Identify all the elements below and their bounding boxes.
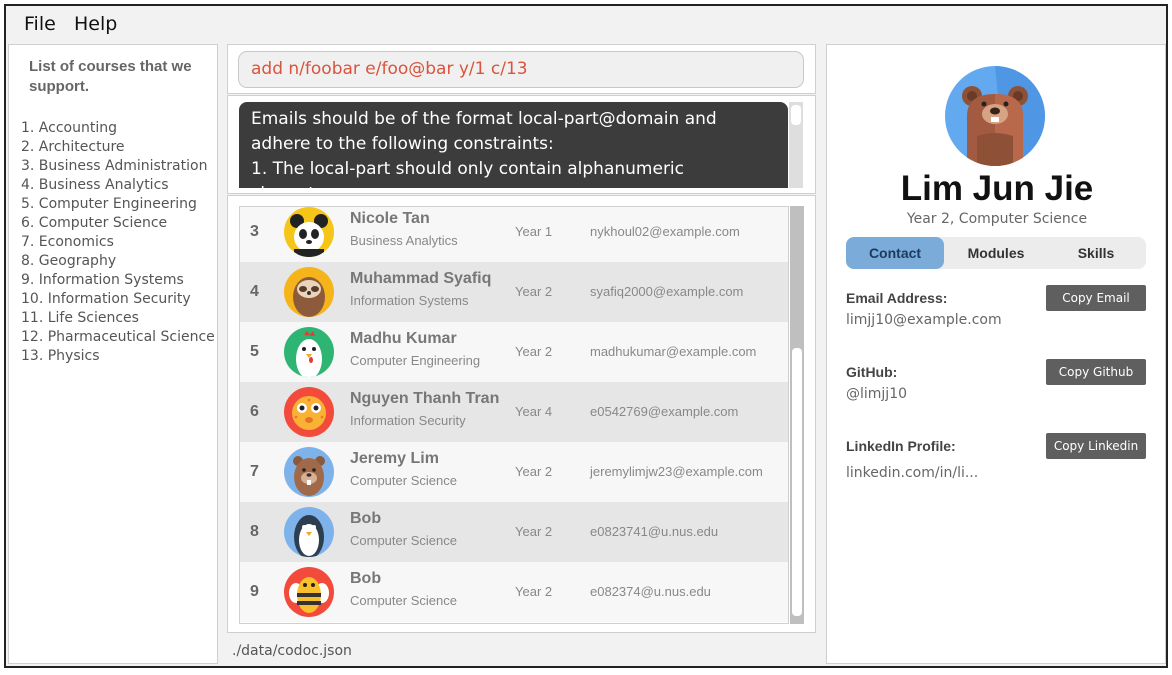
- course-item: 9. Information Systems: [21, 272, 184, 288]
- linkedin-label: LinkedIn Profile:: [846, 438, 956, 454]
- student-row[interactable]: 6 Nguyen Thanh Tran Information Security…: [240, 382, 788, 442]
- student-course: Information Security: [350, 413, 466, 428]
- bee-avatar-icon: [284, 567, 334, 617]
- row-index: 4: [250, 283, 259, 300]
- copy-email-button[interactable]: Copy Email: [1046, 285, 1146, 311]
- student-email: e0823741@u.nus.edu: [590, 524, 719, 539]
- email-value: limjj10@example.com: [846, 312, 1002, 328]
- app-window: File Help List of courses that we suppor…: [4, 4, 1168, 668]
- course-item: 8. Geography: [21, 253, 117, 269]
- course-item: 5. Computer Engineering: [21, 196, 197, 212]
- student-year: Year 2: [515, 584, 553, 599]
- course-item: 4. Business Analytics: [21, 177, 169, 193]
- course-item: 11. Life Sciences: [21, 310, 139, 326]
- linkedin-value: linkedin.com/in/li...: [846, 465, 979, 481]
- student-year: Year 2: [515, 524, 553, 539]
- student-email: e082374@u.nus.edu: [590, 584, 711, 599]
- student-row[interactable]: 5 Madhu Kumar Computer Engineering Year …: [240, 322, 788, 382]
- student-list-panel: 3 Nicole Tan Business Analytics Year 1 n…: [227, 195, 816, 633]
- scrollbar-thumb[interactable]: [791, 105, 801, 125]
- menu-help[interactable]: Help: [74, 13, 117, 35]
- course-item: 2. Architecture: [21, 139, 125, 155]
- student-row[interactable]: 4 Muhammad Syafiq Information Systems Ye…: [240, 262, 788, 322]
- student-course: Computer Science: [350, 533, 457, 548]
- student-course: Computer Engineering: [350, 353, 481, 368]
- course-item: 12. Pharmaceutical Science: [21, 329, 215, 345]
- bear-avatar-icon: [945, 66, 1045, 166]
- profile-panel: Lim Jun Jie Year 2, Computer Science Con…: [826, 44, 1166, 664]
- course-list: 1. Accounting 2. Architecture 3. Busines…: [21, 119, 215, 366]
- command-input[interactable]: add n/foobar e/foo@bar y/1 c/13: [238, 51, 804, 88]
- student-course: Information Systems: [350, 293, 469, 308]
- student-row[interactable]: 8 Bob Computer Science Year 2 e0823741@u…: [240, 502, 788, 562]
- penguin-avatar-icon: [284, 507, 334, 557]
- menu-file[interactable]: File: [24, 13, 56, 35]
- result-scrollbar[interactable]: [789, 102, 803, 188]
- student-list: 3 Nicole Tan Business Analytics Year 1 n…: [239, 206, 789, 624]
- menu-bar: File Help: [6, 6, 1166, 42]
- student-email: madhukumar@example.com: [590, 344, 757, 359]
- github-value: @limjj10: [846, 386, 908, 402]
- beaver-avatar-icon: [284, 447, 334, 497]
- student-list-scrollbar[interactable]: [790, 206, 804, 624]
- student-year: Year 2: [515, 284, 553, 299]
- student-year: Year 2: [515, 464, 553, 479]
- student-email: syafiq2000@example.com: [590, 284, 744, 299]
- student-name: Jeremy Lim: [350, 450, 439, 467]
- email-label: Email Address:: [846, 290, 948, 306]
- row-index: 9: [250, 583, 259, 600]
- tab-contact[interactable]: Contact: [846, 237, 944, 269]
- chicken-avatar-icon: [284, 327, 334, 377]
- copy-linkedin-button[interactable]: Copy Linkedin: [1046, 433, 1146, 459]
- course-item: 10. Information Security: [21, 291, 191, 307]
- student-course: Computer Science: [350, 593, 457, 608]
- student-email: e0542769@example.com: [590, 404, 739, 419]
- scrollbar-thumb[interactable]: [792, 348, 802, 616]
- student-row[interactable]: 3 Nicole Tan Business Analytics Year 1 n…: [240, 207, 788, 262]
- student-email: nykhoul02@example.com: [590, 224, 740, 239]
- student-name: Madhu Kumar: [350, 330, 457, 347]
- github-label: GitHub:: [846, 364, 898, 380]
- sloth-avatar-icon: [284, 267, 334, 317]
- row-index: 6: [250, 403, 259, 420]
- tab-modules[interactable]: Modules: [946, 237, 1046, 269]
- copy-github-button[interactable]: Copy Github: [1046, 359, 1146, 385]
- course-item: 7. Economics: [21, 234, 114, 250]
- panda-avatar-icon: [284, 207, 334, 257]
- row-index: 5: [250, 343, 259, 360]
- result-message: Emails should be of the format local-par…: [239, 102, 788, 188]
- profile-tabs: Contact Modules Skills: [846, 237, 1146, 269]
- course-item: 6. Computer Science: [21, 215, 168, 231]
- student-name: Nguyen Thanh Tran: [350, 390, 500, 407]
- student-row[interactable]: 7 Jeremy Lim Computer Science Year 2 jer…: [240, 442, 788, 502]
- student-email: jeremylimjw23@example.com: [590, 464, 763, 479]
- profile-name: Lim Jun Jie: [900, 169, 1094, 208]
- student-year: Year 4: [515, 404, 553, 419]
- row-index: 7: [250, 463, 259, 480]
- profile-subtitle: Year 2, Computer Science: [906, 211, 1088, 227]
- student-name: Bob: [350, 510, 382, 527]
- command-box: add n/foobar e/foo@bar y/1 c/13: [227, 44, 816, 94]
- student-course: Business Analytics: [350, 233, 458, 248]
- result-display: Emails should be of the format local-par…: [227, 95, 816, 194]
- student-row[interactable]: 9 Bob Computer Science Year 2 e082374@u.…: [240, 562, 788, 622]
- course-item: 3. Business Administration: [21, 158, 208, 174]
- status-bar-path: ./data/codoc.json: [232, 643, 352, 659]
- student-name: Muhammad Syafiq: [350, 270, 492, 287]
- student-year: Year 2: [515, 344, 553, 359]
- course-list-title: List of courses that we support.: [29, 58, 192, 95]
- student-name: Bob: [350, 570, 382, 587]
- tab-skills[interactable]: Skills: [1046, 237, 1146, 269]
- pufferfish-avatar-icon: [284, 387, 334, 437]
- course-list-panel: List of courses that we support. 1. Acco…: [8, 44, 218, 664]
- student-year: Year 1: [515, 224, 553, 239]
- course-item: 1. Accounting: [21, 120, 117, 136]
- student-name: Nicole Tan: [350, 210, 430, 227]
- row-index: 3: [250, 223, 259, 240]
- course-item: 13. Physics: [21, 348, 100, 364]
- row-index: 8: [250, 523, 259, 540]
- student-course: Computer Science: [350, 473, 457, 488]
